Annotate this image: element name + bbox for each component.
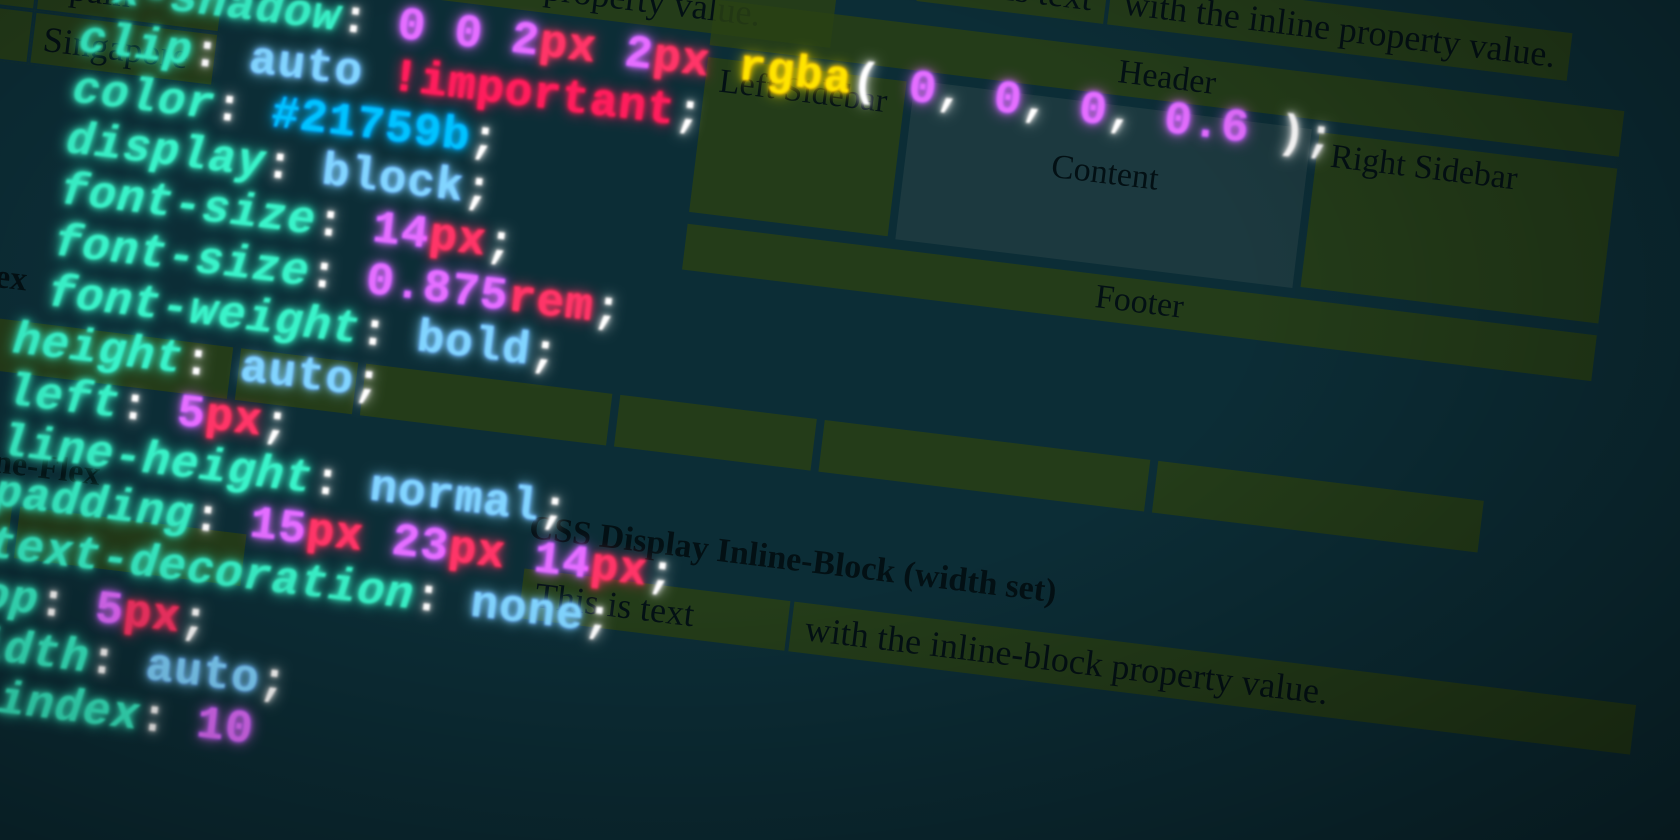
code-token: :	[189, 26, 252, 85]
code-token: :	[306, 248, 369, 307]
code-token: :	[86, 634, 149, 693]
code-token	[0, 206, 57, 268]
code-token: ,	[1019, 77, 1082, 136]
code-token: ;	[256, 655, 291, 710]
code-token: 10	[193, 699, 256, 758]
code-token: ;	[537, 483, 572, 538]
code-token: 0.6	[1161, 94, 1253, 156]
code-token: :	[262, 139, 325, 198]
code-token: ,	[934, 66, 997, 125]
code-token: :	[212, 81, 275, 140]
code-token: 15	[247, 499, 310, 558]
code-token: ;	[581, 591, 616, 646]
code-token: :	[117, 379, 180, 438]
code-token	[0, 155, 63, 217]
code-token	[0, 257, 51, 319]
code-token: ;	[483, 218, 518, 273]
code-token: :	[411, 570, 474, 629]
code-token: px	[587, 540, 650, 599]
code-token	[0, 53, 76, 115]
css-code-overlay: 323px #1f1f133 x-shadow: 0 0 2px 2px rgb…	[0, 0, 1680, 840]
code-token: ;	[1303, 111, 1338, 166]
code-token: ;	[644, 547, 679, 602]
code-token: 23	[389, 516, 452, 575]
code-token: :	[35, 576, 98, 635]
code-token: :	[310, 455, 373, 514]
code-token: ;	[177, 593, 212, 648]
code-token: :	[313, 197, 376, 256]
code-token: px	[202, 390, 265, 449]
code-token: )	[1246, 105, 1309, 164]
code-token: ;	[527, 326, 562, 381]
code-token: :	[137, 692, 200, 751]
code-token	[0, 104, 70, 166]
code-token: :	[357, 305, 420, 364]
code-token: 14	[369, 204, 432, 263]
code-token: (	[849, 56, 912, 115]
code-token: ;	[461, 163, 496, 218]
code-token: :	[180, 335, 243, 394]
code-token: px	[121, 586, 184, 645]
code-token: ;	[590, 282, 625, 337]
code-token: 14	[531, 533, 594, 592]
code-token: :	[190, 492, 253, 551]
code-token: ;	[467, 112, 502, 167]
code-token: ;	[672, 86, 707, 141]
code-token: ;	[351, 356, 386, 411]
code-token: px	[426, 211, 489, 270]
code-token: ;	[259, 397, 294, 452]
code-token: ,	[1104, 87, 1167, 146]
code-token: :	[338, 0, 401, 52]
